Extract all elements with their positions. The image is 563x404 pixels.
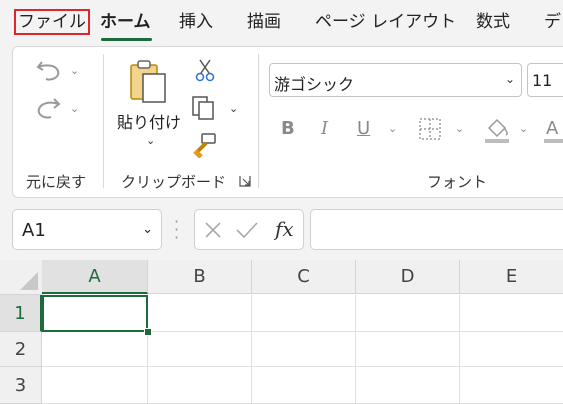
cell-a2[interactable] xyxy=(42,332,148,367)
active-tab-indicator xyxy=(101,38,152,41)
copy-dropdown-icon[interactable]: ⌄ xyxy=(229,102,238,115)
italic-button[interactable]: I xyxy=(321,118,328,139)
active-cell-border xyxy=(42,295,148,332)
paste-icon[interactable] xyxy=(128,58,170,106)
format-painter-icon[interactable] xyxy=(192,132,218,158)
column-header-c[interactable]: C xyxy=(252,260,356,294)
group-separator xyxy=(103,54,104,188)
menu-file[interactable]: ファイル xyxy=(14,9,90,35)
cell-e1[interactable] xyxy=(460,295,563,332)
cell-a3[interactable] xyxy=(42,367,148,404)
menu-data-tab[interactable]: デ xyxy=(544,11,561,33)
paste-dropdown-icon[interactable]: ⌄ xyxy=(146,134,155,147)
undo-group-label: 元に戻す xyxy=(26,173,87,191)
chevron-down-icon: ⌄ xyxy=(504,72,515,86)
menu-draw-tab[interactable]: 描画 xyxy=(247,11,281,33)
select-all-button[interactable] xyxy=(0,260,43,295)
insert-function-button[interactable]: fx xyxy=(275,217,294,241)
bold-button[interactable]: B xyxy=(281,118,295,139)
chevron-down-icon: ⌄ xyxy=(142,222,153,237)
font-name-select[interactable]: 游ゴシック ⌄ xyxy=(269,63,522,97)
font-color-button[interactable]: A xyxy=(546,118,558,139)
drag-handle-icon[interactable]: · · · xyxy=(174,214,179,246)
formula-input[interactable] xyxy=(310,209,563,250)
column-header-e[interactable]: E xyxy=(460,260,563,294)
font-name-value: 游ゴシック xyxy=(274,75,355,94)
paste-label[interactable]: 貼り付け xyxy=(117,112,181,134)
clipboard-group-label: クリップボード xyxy=(121,173,227,191)
cell-d3[interactable] xyxy=(356,367,460,404)
column-header-b[interactable]: B xyxy=(148,260,252,294)
menu-formulas-tab[interactable]: 数式 xyxy=(476,11,510,33)
menu-home-tab[interactable]: ホーム xyxy=(100,11,151,33)
font-size-value: 11 xyxy=(532,71,553,90)
spreadsheet-grid: A B C D E 1 2 3 xyxy=(0,260,563,404)
cell-c1[interactable] xyxy=(252,295,356,332)
cell-b3[interactable] xyxy=(148,367,252,404)
cell-d2[interactable] xyxy=(356,332,460,367)
group-separator xyxy=(258,54,259,188)
name-box[interactable]: A1 ⌄ xyxy=(12,209,162,250)
copy-icon[interactable] xyxy=(191,95,219,121)
menu-page-layout-tab[interactable]: ページ レイアウト xyxy=(315,11,456,33)
font-size-select[interactable]: 11 xyxy=(527,63,563,97)
font-group-label: フォント xyxy=(427,173,488,191)
row-header-2[interactable]: 2 xyxy=(0,332,42,367)
select-all-icon xyxy=(20,272,38,290)
column-header-d[interactable]: D xyxy=(356,260,460,294)
name-box-value: A1 xyxy=(22,220,46,241)
cell-d1[interactable] xyxy=(356,295,460,332)
cancel-icon[interactable] xyxy=(203,220,223,240)
undo-dropdown-icon[interactable]: ⌄ xyxy=(70,64,79,77)
formula-actions: fx xyxy=(194,209,304,250)
redo-icon[interactable] xyxy=(34,94,64,122)
redo-dropdown-icon[interactable]: ⌄ xyxy=(70,102,79,115)
underline-button[interactable]: U xyxy=(357,118,370,139)
cell-c2[interactable] xyxy=(252,332,356,367)
font-color-bar xyxy=(544,139,563,143)
menu-bar: ファイル ホーム 挿入 描画 ページ レイアウト 数式 デ xyxy=(0,0,563,46)
fill-color-dropdown-icon[interactable]: ⌄ xyxy=(519,122,528,135)
dialog-launcher-icon[interactable] xyxy=(239,175,251,187)
cell-e2[interactable] xyxy=(460,332,563,367)
menu-insert-tab[interactable]: 挿入 xyxy=(179,11,213,33)
borders-icon[interactable] xyxy=(418,117,442,141)
column-header-a[interactable]: A xyxy=(42,260,148,294)
cell-b2[interactable] xyxy=(148,332,252,367)
underline-dropdown-icon[interactable]: ⌄ xyxy=(388,122,397,135)
cell-b1[interactable] xyxy=(148,295,252,332)
fill-color-icon[interactable] xyxy=(483,114,511,144)
borders-dropdown-icon[interactable]: ⌄ xyxy=(455,122,464,135)
fill-handle[interactable] xyxy=(144,328,152,336)
row-header-1[interactable]: 1 xyxy=(0,295,42,332)
cell-e3[interactable] xyxy=(460,367,563,404)
cut-icon[interactable] xyxy=(194,58,216,82)
cell-c3[interactable] xyxy=(252,367,356,404)
enter-icon[interactable] xyxy=(235,220,259,240)
undo-icon[interactable] xyxy=(34,56,64,84)
row-header-3[interactable]: 3 xyxy=(0,367,42,404)
